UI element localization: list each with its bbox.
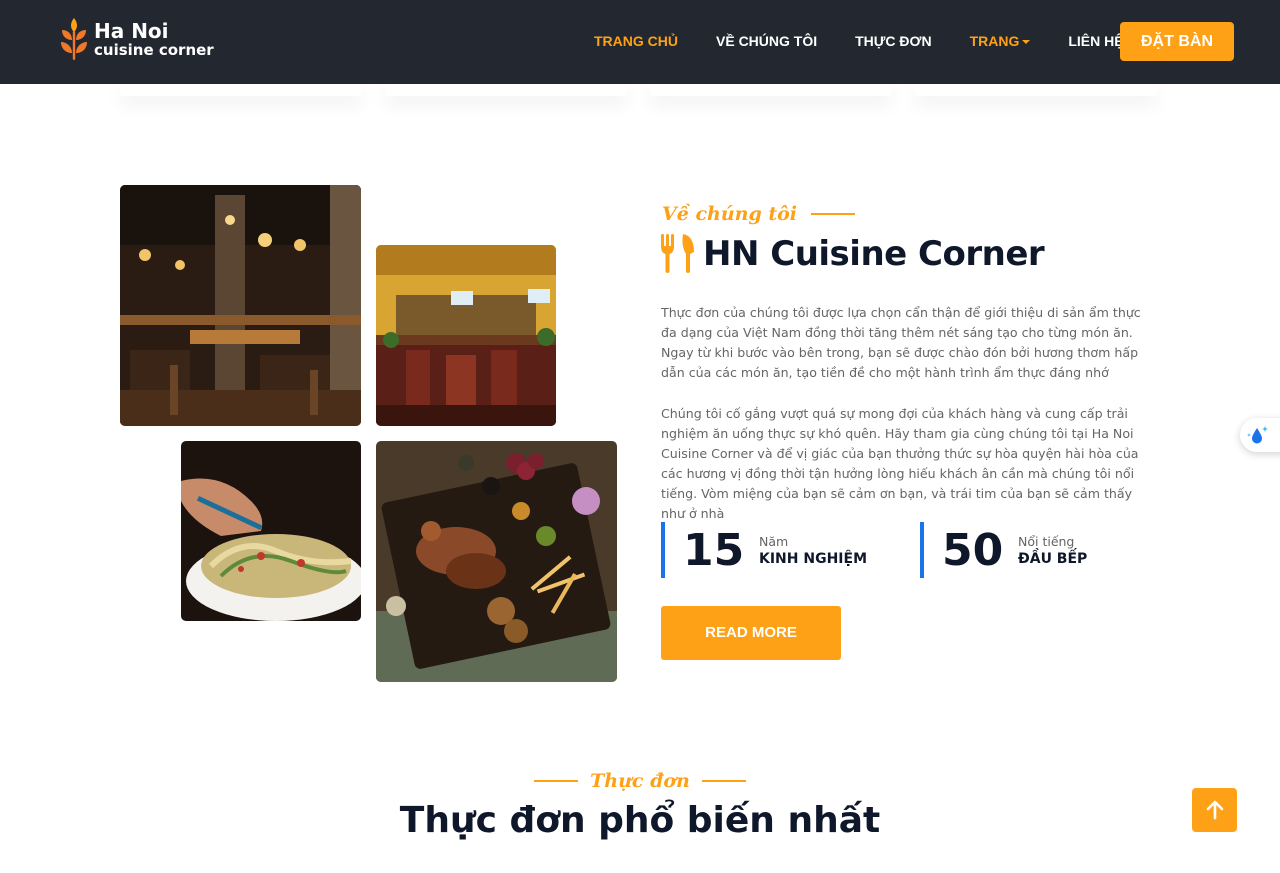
menu-subtitle-text: Thực đơn [590,770,690,792]
brand-tagline: cuisine corner [94,40,214,59]
about-heading: HN Cuisine Corner [661,234,1045,274]
stat-number: 50 [942,524,1004,576]
stat-big-label: ĐẦU BẾP [1018,550,1088,567]
nav-pages-dropdown[interactable]: TRANG [970,33,1031,49]
about-subtitle-text: Về chúng tôi [662,203,798,225]
water-drop-icon [1247,426,1268,444]
service-card [650,84,892,96]
wheat-icon [61,18,87,60]
main-nav: TRANG CHỦ VỀ CHÚNG TÔI THỰC ĐƠN TRANG LI… [594,33,1162,49]
nav-home[interactable]: TRANG CHỦ [594,33,678,49]
restaurant-bar-photo [376,245,556,426]
food-platter-photo [376,441,617,682]
utensils-icon [661,234,694,273]
salad-dish-photo [181,441,361,621]
stat-small-label: Nổi tiếng [1018,533,1075,549]
read-more-button[interactable]: READ MORE [661,606,841,660]
menu-title: Thực đơn phổ biến nhất [399,800,881,841]
service-card [120,84,362,96]
stat-chefs: 50 Nổi tiếng ĐẦU BẾP [920,522,1087,578]
book-table-button[interactable]: ĐẶT BÀN [1120,22,1234,61]
subtitle-rule [534,780,579,782]
nav-menu[interactable]: THỰC ĐƠN [855,33,931,49]
navbar: Ha Noi cuisine corner TRANG CHỦ VỀ CHÚNG… [0,0,1280,84]
arrow-up-icon [1206,800,1223,820]
stat-number: 15 [683,524,745,576]
about-paragraph-1: Thực đơn của chúng tôi được lựa chọn cẩn… [661,305,1141,380]
service-card [915,84,1157,96]
side-widget-button[interactable] [1240,418,1280,452]
about-paragraph-2: Chúng tôi cố gắng vượt quá sự mong đợi c… [661,406,1139,521]
subtitle-rule [811,213,856,215]
menu-subtitle: Thực đơn [0,770,1280,792]
stat-small-label: Năm [759,533,789,549]
nav-pages-label: TRANG [969,33,1020,49]
nav-about[interactable]: VỀ CHÚNG TÔI [716,33,817,49]
subtitle-rule [701,780,746,782]
caret-down-icon [1022,40,1031,45]
about-subtitle: Về chúng tôi [662,203,856,225]
stat-big-label: KINH NGHIỆM [759,550,867,567]
brand-logo[interactable]: Ha Noi cuisine corner [58,16,214,62]
about-title: HN Cuisine Corner [703,234,1045,274]
back-to-top-button[interactable] [1192,788,1237,832]
nav-contact[interactable]: LIÊN HỆ [1068,33,1123,49]
stat-experience: 15 Năm KINH NGHIỆM [661,522,867,578]
service-card [385,84,627,96]
restaurant-interior-photo [120,185,361,426]
brand-name: Ha Noi [94,18,169,43]
